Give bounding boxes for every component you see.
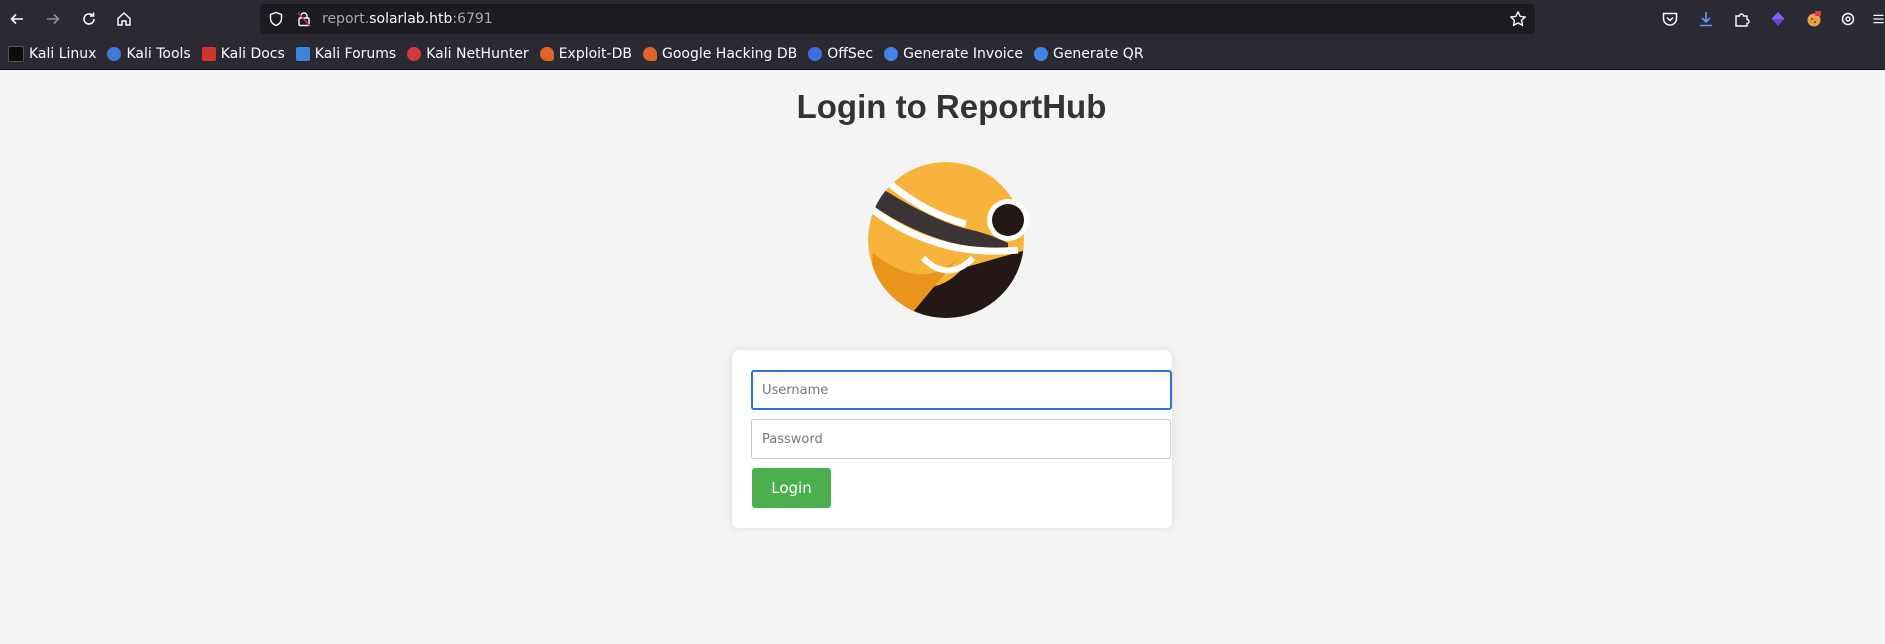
- exploit-db-icon: [539, 46, 554, 61]
- reporthub-logo: [868, 162, 1029, 318]
- address-bar[interactable]: report.solarlab.htb:6791: [260, 4, 1535, 34]
- back-button[interactable]: [3, 5, 31, 33]
- bookmark-label: Generate QR: [1052, 45, 1144, 62]
- bookmark-generate-invoice[interactable]: Generate Invoice: [880, 41, 1028, 67]
- kali-dragon-icon: [8, 45, 24, 62]
- bookmark-kali-linux[interactable]: Kali Linux: [4, 41, 101, 67]
- url-text[interactable]: report.solarlab.htb:6791: [322, 4, 493, 34]
- password-field[interactable]: [751, 419, 1171, 459]
- bookmarks-toolbar: Kali Linux Kali Tools Kali Docs Kali For…: [0, 38, 1885, 70]
- kali-docs-icon: [201, 46, 216, 61]
- insecure-lock-icon[interactable]: [296, 11, 312, 27]
- nethunter-icon: [407, 46, 422, 61]
- url-domain: solarlab.htb: [369, 11, 453, 27]
- extension-gear-button[interactable]: [1838, 9, 1858, 29]
- bookmark-google-hacking-db[interactable]: Google Hacking DB: [639, 41, 802, 67]
- bookmark-kali-tools[interactable]: Kali Tools: [103, 41, 195, 67]
- page-title: Login to ReportHub: [796, 88, 1107, 125]
- globe-icon: [884, 46, 899, 61]
- pocket-button[interactable]: [1660, 9, 1680, 29]
- url-subdomain: report.: [322, 11, 370, 27]
- cookie-icon: [1807, 11, 1821, 27]
- extension-cookie-button[interactable]: [1804, 9, 1824, 29]
- url-port: :6791: [452, 11, 493, 27]
- bookmark-kali-nethunter[interactable]: Kali NetHunter: [403, 41, 533, 67]
- bookmark-label: Kali NetHunter: [426, 45, 529, 62]
- bookmark-label: Kali Tools: [126, 45, 191, 62]
- hamburger-menu-icon: [1873, 14, 1884, 24]
- home-button[interactable]: [110, 5, 138, 33]
- home-icon: [117, 12, 131, 26]
- gear-icon: [1841, 12, 1855, 26]
- ghdb-icon: [642, 46, 657, 61]
- login-form: Login: [732, 350, 1172, 528]
- page-content: Login to ReportHub Login: [0, 70, 1885, 644]
- username-field[interactable]: [751, 370, 1172, 410]
- bookmark-kali-docs[interactable]: Kali Docs: [198, 41, 290, 67]
- forward-arrow-icon: [47, 13, 60, 25]
- bookmark-label: OffSec: [827, 45, 874, 62]
- bookmark-label: Generate Invoice: [903, 45, 1023, 62]
- extension-purple-button[interactable]: [1768, 9, 1788, 29]
- bookmark-generate-qr[interactable]: Generate QR: [1030, 41, 1149, 67]
- browser-toolbar: report.solarlab.htb:6791: [0, 0, 1885, 38]
- back-arrow-icon: [10, 13, 23, 25]
- kali-forums-icon: [295, 46, 310, 61]
- reload-button[interactable]: [75, 5, 103, 33]
- bookmark-label: Kali Linux: [29, 45, 97, 62]
- bookmark-exploit-db[interactable]: Exploit-DB: [536, 41, 637, 67]
- kali-tools-icon: [107, 46, 122, 61]
- bookmark-label: Kali Forums: [314, 45, 397, 62]
- star-icon[interactable]: [1509, 10, 1527, 28]
- extensions-button[interactable]: [1732, 9, 1752, 29]
- bookmark-label: Google Hacking DB: [661, 45, 798, 62]
- cube-icon: [1771, 12, 1785, 26]
- pocket-icon: [1662, 12, 1678, 26]
- download-icon: [1700, 12, 1712, 27]
- shield-icon[interactable]: [268, 11, 284, 27]
- bookmark-label: Exploit-DB: [558, 45, 632, 62]
- globe-icon: [1033, 46, 1048, 61]
- puzzle-icon: [1735, 13, 1750, 27]
- menu-button[interactable]: [1872, 9, 1885, 29]
- bookmark-offsec[interactable]: OffSec: [804, 41, 878, 67]
- login-button[interactable]: Login: [752, 468, 831, 508]
- downloads-button[interactable]: [1696, 9, 1716, 29]
- bookmark-label: Kali Docs: [220, 45, 285, 62]
- bookmark-kali-forums[interactable]: Kali Forums: [292, 41, 401, 67]
- offsec-icon: [808, 46, 823, 61]
- forward-button[interactable]: [39, 5, 67, 33]
- reload-icon: [83, 12, 95, 25]
